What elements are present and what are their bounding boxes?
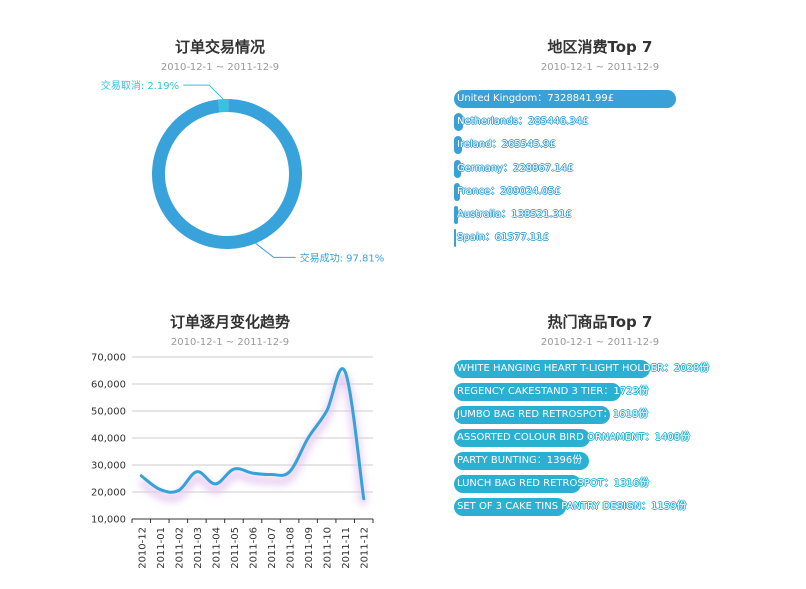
region-label: Germany：228867.14£	[457, 162, 574, 174]
x-tick-label: 2011-10	[323, 527, 334, 569]
product-row: LUNCH BAG RED RETROSPOT：1316份	[454, 475, 774, 493]
line-point[interactable]	[213, 482, 217, 486]
x-tick-label: 2011-05	[230, 527, 241, 569]
product-label: REGENCY CAKESTAND 3 TIER：1723份	[457, 386, 649, 397]
region-label: Ireland：265545.9£	[457, 139, 556, 151]
line-point[interactable]	[269, 472, 273, 476]
region-row: Ireland：265545.9£	[454, 136, 774, 155]
donut-label-success: 交易成功: 97.81%	[300, 251, 385, 264]
line-point[interactable]	[158, 487, 162, 491]
line-point[interactable]	[232, 467, 236, 471]
region-label: France：209024.05£	[457, 185, 561, 197]
region-label: Spain：61577.11£	[457, 232, 550, 244]
product-label: LUNCH BAG RED RETROSPOT：1316份	[457, 478, 650, 489]
products-subtitle: 2010-12-1 ~ 2011-12-9	[540, 337, 660, 348]
region-row: Australia：138521.31£	[454, 206, 774, 224]
x-tick-label: 2011-04	[211, 527, 222, 569]
x-tick-label: 2011-06	[249, 527, 260, 569]
monthly-panel: 订单逐月变化趋势 2010-12-1 ~ 2011-12-9 10,000 20,…	[60, 305, 400, 585]
product-row: REGENCY CAKESTAND 3 TIER：1723份	[454, 383, 774, 401]
product-row: WHITE HANGING HEART T-LIGHT HOLDER：2028份	[454, 360, 774, 378]
y-tick-label: 10,000	[91, 515, 126, 526]
x-tick-label: 2010-12	[137, 527, 148, 569]
x-tick-label: 2011-08	[286, 527, 297, 569]
line-point[interactable]	[362, 497, 366, 501]
region-row: Netherlands：285446.34£	[454, 113, 774, 132]
y-tick-label: 70,000	[91, 353, 126, 364]
line-point[interactable]	[251, 471, 255, 475]
monthly-line-chart: 10,000 20,000 30,000 40,000 50,000 60,000 70,0…	[91, 353, 374, 569]
y-tick-label: 30,000	[91, 461, 126, 472]
regions-panel: 地区消费Top 7 2010-12-1 ~ 2011-12-9 United K…	[430, 30, 770, 280]
region-label: Australia：138521.31£	[457, 209, 572, 220]
y-tick-label: 50,000	[91, 407, 126, 418]
region-row: Spain：61577.11£	[454, 229, 774, 248]
line-point[interactable]	[139, 474, 143, 478]
product-row: PARTY BUNTING：1396份	[454, 452, 774, 470]
product-label: WHITE HANGING HEART T-LIGHT HOLDER：2028份	[457, 363, 710, 374]
line-point[interactable]	[288, 470, 292, 474]
region-label: United Kingdom：7328841.99£	[457, 93, 615, 104]
line-point[interactable]	[306, 436, 310, 440]
success-label-line	[255, 242, 296, 258]
donut-label-cancel: 交易取消: 2.19%	[101, 79, 179, 92]
product-row: ASSORTED COLOUR BIRD ORNAMENT：1408份	[454, 429, 774, 447]
region-row: Germany：228867.14£	[454, 159, 774, 178]
regions-bar-chart: United Kingdom：7328841.99£ Netherlands：28…	[454, 90, 754, 260]
donut-slice-cancel[interactable]	[218, 99, 229, 113]
line-point[interactable]	[176, 489, 180, 493]
x-tick-label: 2011-12	[360, 527, 371, 569]
line-point[interactable]	[343, 370, 347, 374]
orders-donut-chart: 交易取消: 2.19% 交易成功: 97.81%	[101, 79, 385, 264]
x-tick-label: 2011-09	[304, 527, 315, 569]
product-row: SET OF 3 CAKE TINS PANTRY DESIGN：1159份	[454, 498, 774, 516]
products-title: 热门商品Top 7	[547, 313, 653, 331]
product-label: PARTY BUNTING：1396份	[457, 455, 583, 466]
region-row: United Kingdom：7328841.99£	[454, 90, 774, 108]
product-label: ASSORTED COLOUR BIRD ORNAMENT：1408份	[457, 432, 691, 443]
region-row: France：209024.05£	[454, 182, 774, 201]
product-label: SET OF 3 CAKE TINS PANTRY DESIGN：1159份	[457, 501, 687, 512]
line-point[interactable]	[195, 470, 199, 474]
x-tick-label: 2011-07	[267, 527, 278, 569]
y-tick-label: 40,000	[91, 434, 126, 445]
x-tick-label: 2011-01	[156, 527, 167, 569]
product-label: JUMBO BAG RED RETROSPOT：1618份	[457, 409, 649, 420]
region-bar[interactable]	[454, 229, 456, 248]
orders-panel: 订单交易情况 2010-12-1 ~ 2011-12-9 交易取消: 2.19%…	[40, 30, 400, 280]
y-tick-label: 60,000	[91, 380, 126, 391]
line-shadow	[139, 371, 368, 506]
regions-title: 地区消费Top 7	[547, 38, 653, 56]
x-tick-label: 2011-02	[174, 527, 185, 569]
regions-subtitle: 2010-12-1 ~ 2011-12-9	[540, 62, 660, 73]
y-tick-label: 20,000	[91, 488, 126, 499]
cancel-label-line	[183, 84, 224, 100]
donut-slice-success[interactable]	[152, 99, 303, 249]
x-tick-label: 2011-11	[341, 527, 352, 569]
line-point[interactable]	[325, 409, 329, 413]
products-panel: 热门商品Top 7 2010-12-1 ~ 2011-12-9 WHITE HA…	[430, 305, 770, 535]
product-row: JUMBO BAG RED RETROSPOT：1618份	[454, 406, 774, 424]
region-label: Netherlands：285446.34£	[457, 116, 589, 128]
x-tick-label: 2011-03	[193, 527, 204, 569]
products-bar-chart: WHITE HANGING HEART T-LIGHT HOLDER：2028份…	[454, 360, 774, 530]
